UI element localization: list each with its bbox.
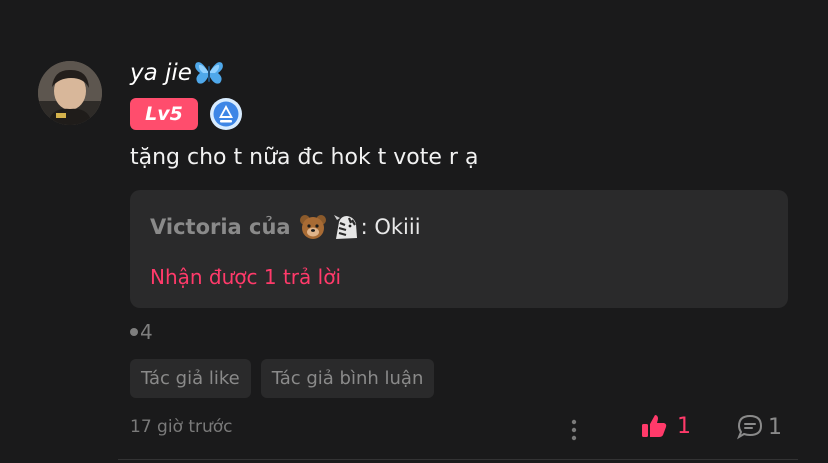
thumbs-up-icon: [642, 415, 667, 437]
comment-bubble-icon: [736, 414, 763, 440]
butterfly-icon: [195, 62, 223, 84]
divider: [118, 459, 798, 460]
avatar[interactable]: [38, 61, 102, 125]
reply-text: : Okiii: [360, 215, 421, 239]
user-badges: Lv5: [130, 97, 243, 131]
comment-item: ya jie Lv5 tặng cho t nữa đc hok t vote …: [0, 0, 828, 463]
bear-face-icon: [299, 215, 326, 239]
more-options-icon[interactable]: [564, 417, 584, 443]
zebra-face-icon: [333, 215, 357, 239]
like-count: 1: [677, 413, 691, 439]
comment-button[interactable]: 1: [736, 413, 782, 441]
comment-count: 1: [768, 414, 782, 440]
avatar-photo: [38, 61, 102, 125]
comment-text: tặng cho t nữa đc hok t vote r ạ: [130, 145, 479, 170]
dot-count-value: 4: [140, 320, 153, 344]
level-badge: Lv5: [130, 98, 198, 130]
timestamp: 17 giờ trước: [130, 417, 233, 437]
reply-author: Victoria của: [150, 215, 291, 239]
author-tags: Tác giả like Tác giả bình luận: [130, 359, 435, 398]
username-row[interactable]: ya jie: [130, 56, 224, 90]
reply-count-link[interactable]: Nhận được 1 trả lời: [150, 265, 341, 289]
reply-line: Victoria của : Okiii: [150, 214, 421, 240]
tag-author-comment: Tác giả bình luận: [260, 359, 435, 398]
medal-icon[interactable]: [209, 97, 243, 131]
dot-icon: [130, 328, 138, 336]
dot-count: 4: [130, 320, 153, 344]
username[interactable]: ya jie: [130, 60, 192, 86]
like-button[interactable]: 1: [641, 413, 691, 439]
tag-author-like: Tác giả like: [130, 359, 251, 398]
reply-preview[interactable]: Victoria của : Okiii Nhận được 1 trả lời: [130, 190, 788, 308]
